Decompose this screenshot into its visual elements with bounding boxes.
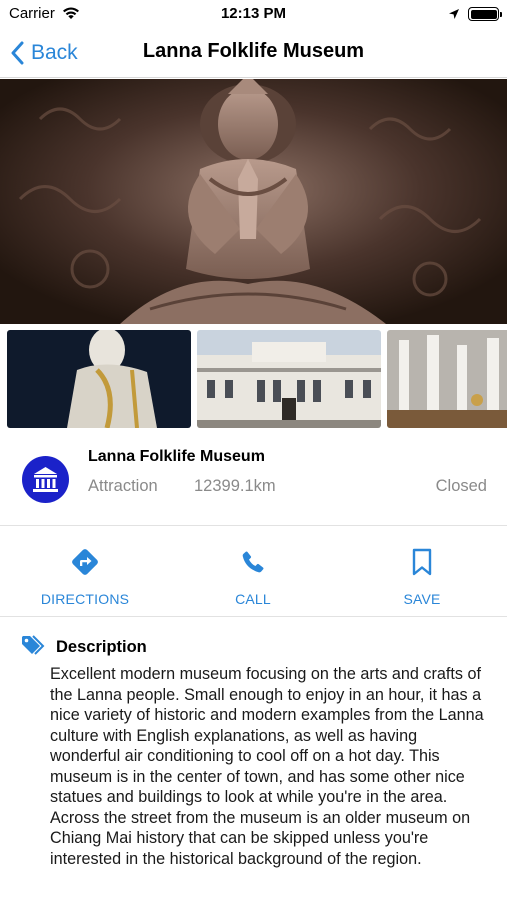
thumbnail-image[interactable] [197,330,381,428]
place-info: Lanna Folklife Museum Attraction 12399.1… [0,436,507,526]
description-header: Description [20,633,147,661]
description-title: Description [56,637,147,656]
action-bar: DIRECTIONS CALL SAVE [0,527,507,617]
hero-image[interactable] [0,79,507,324]
tag-icon [20,634,46,661]
museum-icon [22,456,69,503]
save-label: SAVE [403,591,441,607]
thumbnail-image[interactable] [7,330,191,428]
page-title: Lanna Folklife Museum [142,40,365,62]
battery-icon [468,7,502,21]
place-name: Lanna Folklife Museum [88,448,265,465]
thumbnail-image[interactable] [387,330,507,428]
bookmark-icon [362,545,482,579]
status-badge: Closed [435,477,487,495]
phone-icon [193,545,313,579]
directions-label: DIRECTIONS [40,591,130,607]
thumbnail-strip [7,330,507,428]
place-distance: 12399.1km [194,477,276,495]
call-label: CALL [235,591,271,607]
clock: 12:13 PM [220,5,287,22]
location-arrow-icon [448,7,460,25]
status-bar: Carrier 12:13 PM [0,0,507,28]
directions-icon [25,545,145,579]
place-category: Attraction [88,477,158,495]
save-button[interactable]: SAVE [362,545,482,607]
directions-button[interactable]: DIRECTIONS [25,545,145,607]
description-text: Excellent modern museum focusing on the … [50,665,484,868]
navigation-bar: Back Lanna Folklife Museum [0,28,507,78]
call-button[interactable]: CALL [193,545,313,607]
